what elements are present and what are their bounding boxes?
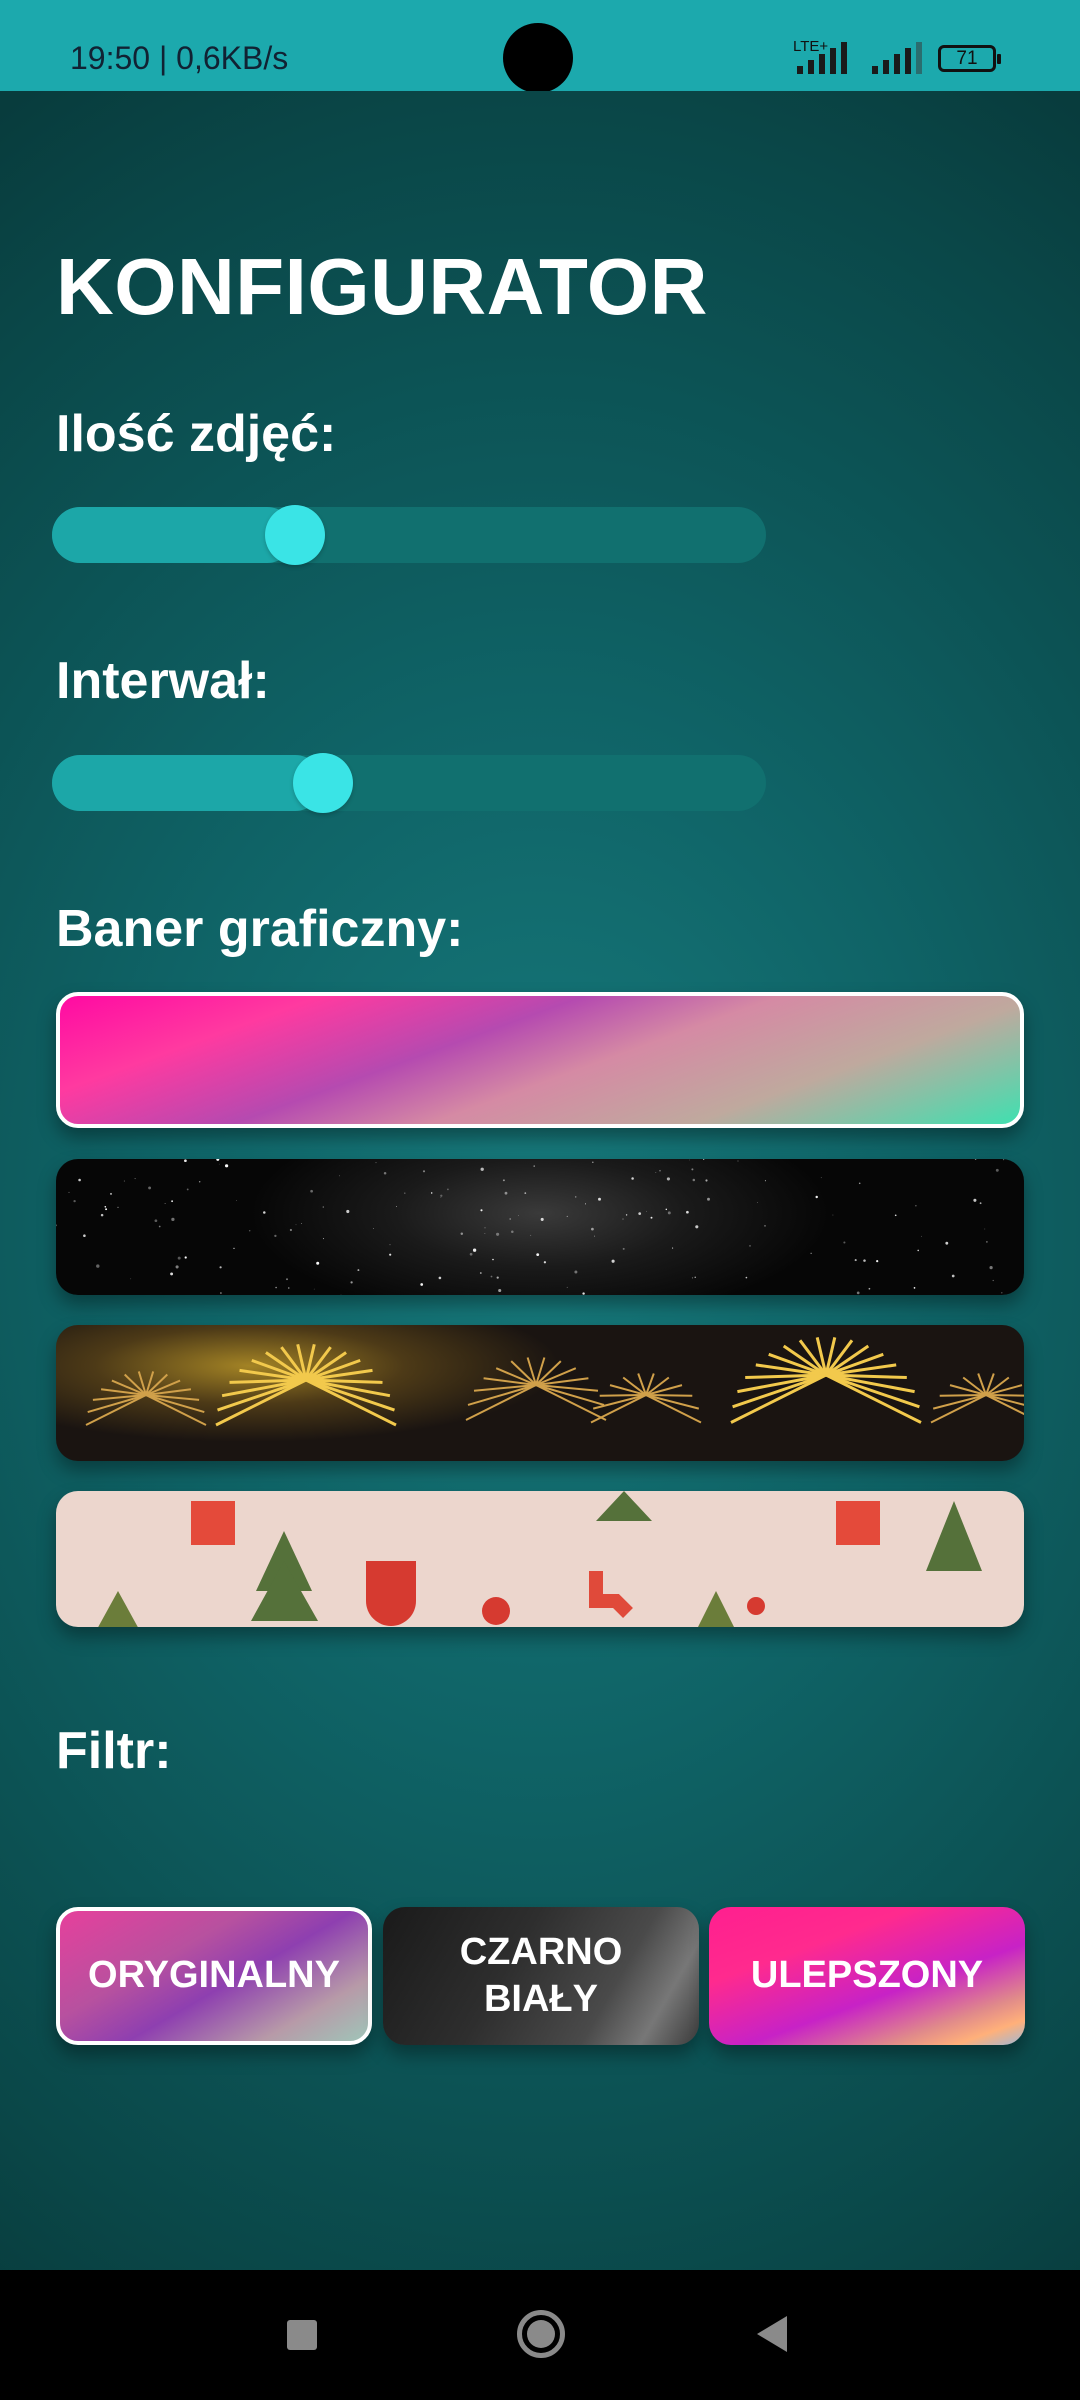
photos-count-label: Ilość zdjęć: (56, 405, 337, 463)
page-title: KONFIGURATOR (56, 242, 708, 331)
back-icon[interactable] (757, 2316, 787, 2352)
signal-2-icon (872, 40, 932, 74)
filter-black-white-button[interactable]: CZARNO BIAŁY (383, 1907, 699, 2045)
configurator-screen: KONFIGURATOR Ilość zdjęć: Interwał: Bane… (0, 91, 1080, 2270)
slider-fill (52, 755, 323, 811)
interval-slider[interactable] (52, 753, 766, 813)
recent-apps-icon[interactable] (287, 2320, 317, 2350)
banner-christmas-pattern[interactable] (56, 1491, 1024, 1627)
status-bar: 19:50 | 0,6KB/s LTE+ 71 (0, 0, 1080, 93)
navigation-bar (0, 2270, 1080, 2400)
signal-1-icon (797, 40, 861, 74)
slider-thumb[interactable] (293, 753, 353, 813)
status-time: 19:50 | 0,6KB/s (70, 40, 289, 76)
battery-icon: 71 (938, 45, 1001, 72)
filter-label: Filtr: (56, 1722, 172, 1780)
filter-button-label: ORYGINALNY (88, 1954, 340, 1997)
banner-gradient[interactable] (56, 992, 1024, 1128)
christmas-pattern-image (98, 1491, 982, 1627)
stars-image (56, 1159, 1005, 1295)
slider-thumb[interactable] (265, 505, 325, 565)
banner-label: Baner graficzny: (56, 900, 464, 958)
filter-button-label: CZARNO BIAŁY (459, 1930, 623, 2021)
interval-label: Interwał: (56, 652, 270, 710)
filter-original-button[interactable]: ORYGINALNY (56, 1907, 372, 2045)
fireworks-image (85, 1337, 1024, 1427)
photos-count-slider[interactable] (52, 505, 766, 565)
filter-enhanced-button[interactable]: ULEPSZONY (709, 1907, 1025, 2045)
camera-cutout (503, 23, 573, 93)
banner-fireworks[interactable] (56, 1325, 1024, 1461)
battery-level: 71 (956, 47, 978, 69)
banner-starry-night[interactable] (56, 1159, 1024, 1295)
home-icon[interactable] (517, 2310, 565, 2358)
slider-fill (52, 507, 295, 563)
filter-button-label: ULEPSZONY (750, 1954, 984, 1997)
